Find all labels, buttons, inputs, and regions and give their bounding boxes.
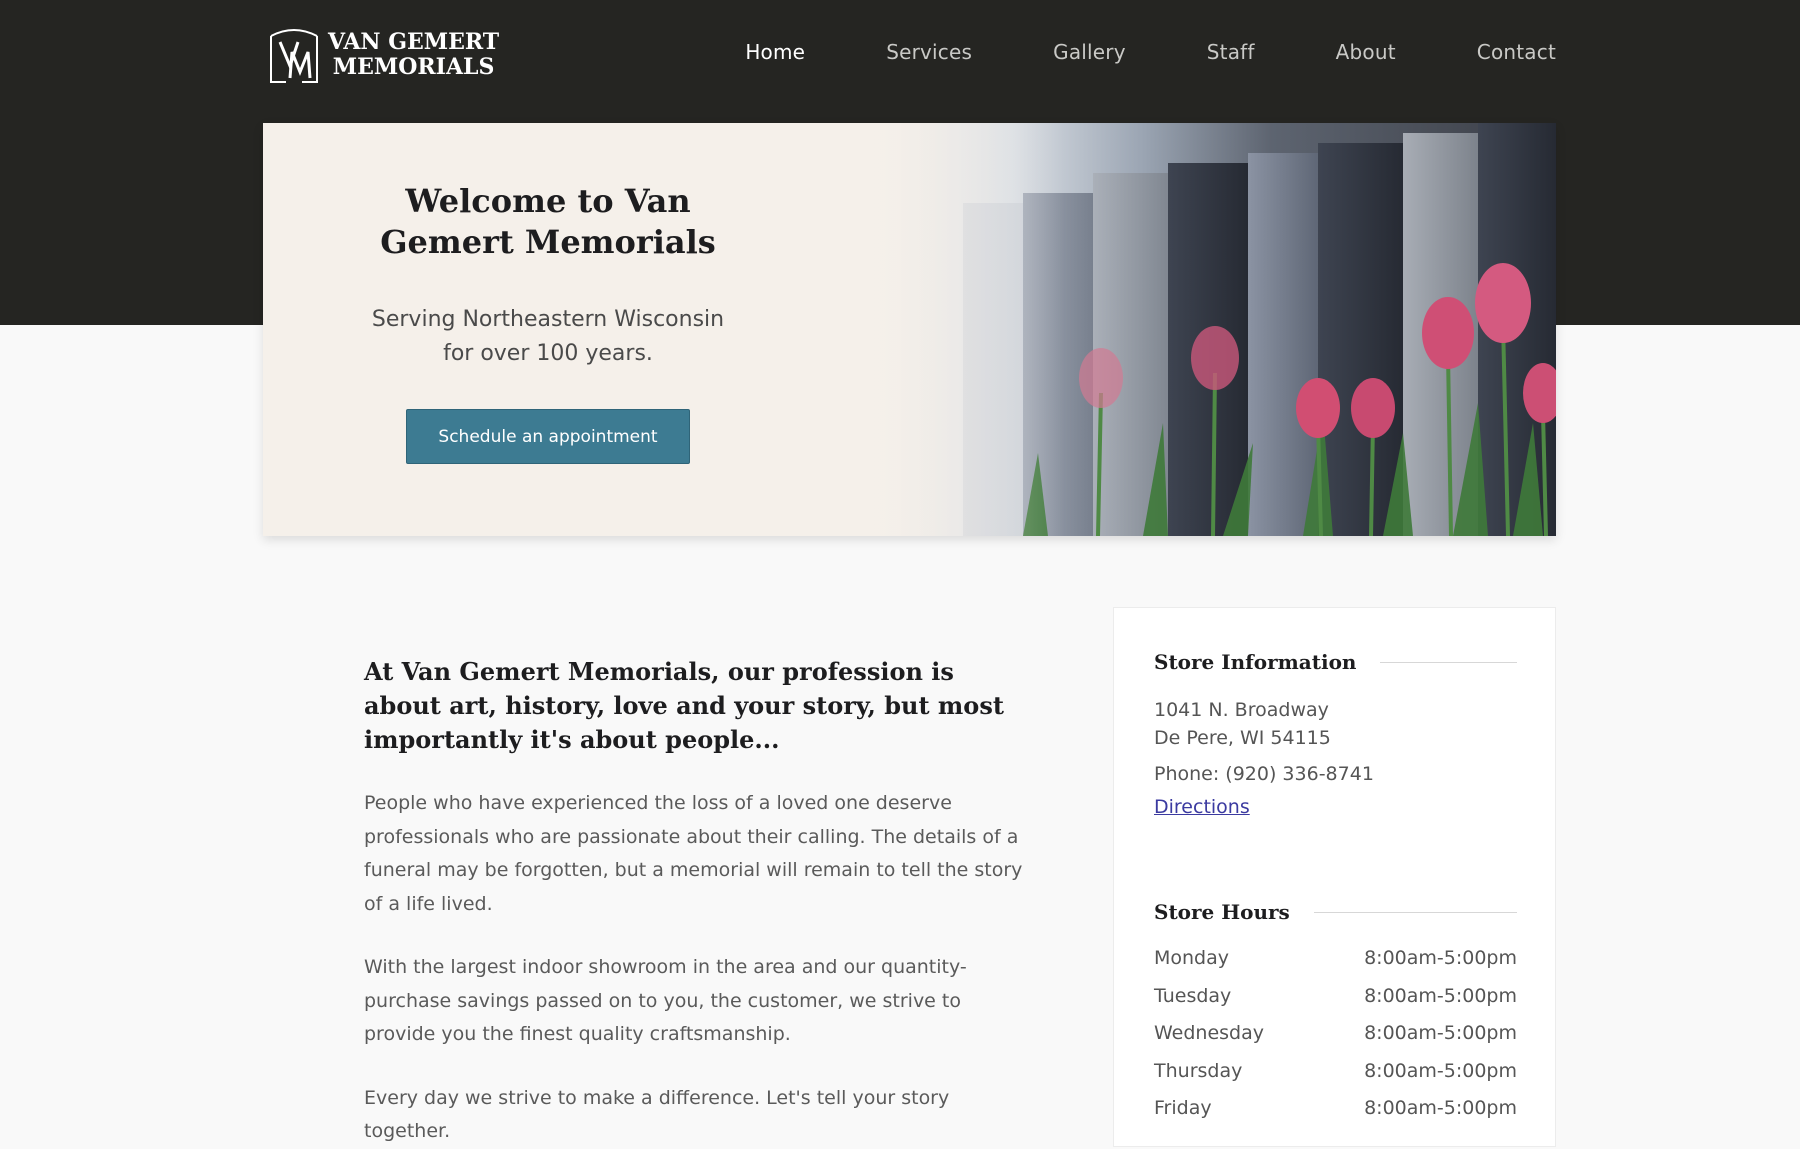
hours-time: 8:00am-5:00pm xyxy=(1364,984,1517,1007)
hours-row-tuesday: Tuesday 8:00am-5:00pm xyxy=(1154,978,1517,1016)
nav-about[interactable]: About xyxy=(1336,40,1396,64)
hours-time: 8:00am-5:00pm xyxy=(1364,947,1517,969)
store-phone: Phone: (920) 336-8741 xyxy=(1154,763,1374,785)
address-line-2: De Pere, WI 54115 xyxy=(1154,727,1331,749)
hero-subtitle-line-1: Serving Northeastern Wisconsin xyxy=(371,307,725,332)
nav-gallery[interactable]: Gallery xyxy=(1053,40,1126,64)
address-line-1: 1041 N. Broadway xyxy=(1154,699,1329,721)
hours-day: Friday xyxy=(1154,1097,1212,1119)
hours-row-thursday: Thursday 8:00am-5:00pm xyxy=(1154,1053,1517,1091)
nav-staff[interactable]: Staff xyxy=(1207,40,1255,64)
hero-subtitle-line-2: for over 100 years. xyxy=(443,341,653,366)
store-information-title: Store Information xyxy=(1154,650,1357,674)
store-address: 1041 N. Broadway De Pere, WI 54115 xyxy=(1154,696,1517,752)
hours-row-wednesday: Wednesday 8:00am-5:00pm xyxy=(1154,1015,1517,1053)
store-information: Store Information 1041 N. Broadway De Pe… xyxy=(1154,650,1517,818)
logo-line-2: MEMORIALS xyxy=(332,54,495,80)
hours-row-friday: Friday 8:00am-5:00pm xyxy=(1154,1090,1517,1128)
hours-time: 8:00am-5:00pm xyxy=(1364,1059,1517,1082)
hero-banner: Welcome to Van Gemert Memorials Serving … xyxy=(263,123,1556,536)
hero-title: Welcome to Van Gemert Memorials xyxy=(380,182,716,261)
store-hours: Store Hours Monday 8:00am-5:00pm Tuesday… xyxy=(1154,900,1517,1128)
intro-heading: At Van Gemert Memorials, our profession … xyxy=(364,657,1004,754)
site-logo[interactable]: VAN GEMERT MEMORIALS xyxy=(268,26,499,84)
intro-paragraph: With the largest indoor showroom in the … xyxy=(364,956,967,1045)
hours-list: Monday 8:00am-5:00pm Tuesday 8:00am-5:00… xyxy=(1154,940,1517,1128)
divider xyxy=(1380,661,1517,663)
logo-monogram-icon xyxy=(270,29,318,83)
hours-day: Wednesday xyxy=(1154,1022,1265,1044)
nav-home[interactable]: Home xyxy=(745,40,805,64)
hero-subtitle: Serving Northeastern Wisconsin for over … xyxy=(338,303,758,371)
intro-paragraph: Every day we strive to make a difference… xyxy=(364,1086,950,1143)
top-nav: VAN GEMERT MEMORIALS Home Services Galle… xyxy=(263,0,1556,110)
hero-content: Welcome to Van Gemert Memorials Serving … xyxy=(338,181,758,464)
store-hours-title: Store Hours xyxy=(1154,900,1290,924)
main-menu: Home Services Gallery Staff About Contac… xyxy=(745,40,1556,64)
nav-services[interactable]: Services xyxy=(886,40,972,64)
hours-row-monday: Monday 8:00am-5:00pm xyxy=(1154,940,1517,978)
store-info-card: Store Information 1041 N. Broadway De Pe… xyxy=(1113,607,1556,1147)
logo-line-1: VAN GEMERT xyxy=(328,29,500,55)
nav-contact[interactable]: Contact xyxy=(1477,40,1556,64)
hours-day: Thursday xyxy=(1154,1059,1243,1082)
intro-paragraph: People who have experienced the loss of … xyxy=(364,792,1023,915)
hours-time: 8:00am-5:00pm xyxy=(1364,1022,1517,1044)
intro-section: At Van Gemert Memorials, our profession … xyxy=(364,655,1024,1149)
hours-day: Tuesday xyxy=(1154,984,1232,1007)
hours-time: 8:00am-5:00pm xyxy=(1364,1097,1517,1119)
directions-link[interactable]: Directions xyxy=(1154,796,1250,818)
divider xyxy=(1313,911,1517,913)
hours-day: Monday xyxy=(1154,947,1230,969)
schedule-appointment-button[interactable]: Schedule an appointment xyxy=(406,409,690,464)
